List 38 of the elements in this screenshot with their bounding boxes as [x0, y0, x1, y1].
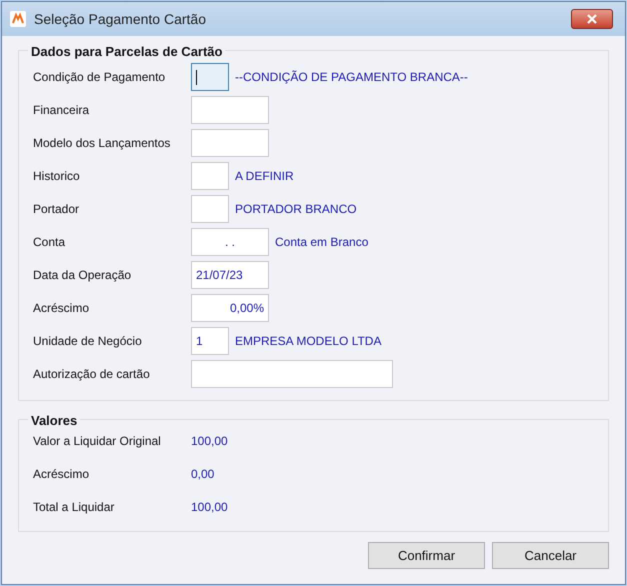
field-description: Conta em Branco: [275, 234, 368, 251]
input-field[interactable]: [191, 162, 229, 190]
value-label: Valor a Liquidar Original: [33, 432, 162, 450]
field-description: PORTADOR BRANCO: [235, 201, 357, 218]
input-field[interactable]: [191, 195, 229, 223]
input-field[interactable]: [191, 96, 269, 124]
field-description: EMPRESA MODELO LTDA: [235, 333, 382, 350]
input-field[interactable]: [191, 129, 269, 157]
close-button[interactable]: [571, 9, 613, 29]
field-label: Acréscimo: [33, 300, 90, 317]
field-label: Conta: [33, 234, 66, 251]
input-field[interactable]: [191, 360, 393, 388]
field-label: Unidade de Negócio: [33, 333, 143, 350]
window-title: Seleção Pagamento Cartão: [34, 10, 207, 29]
dialog-button[interactable]: Cancelar: [492, 542, 609, 569]
input-field[interactable]: 0,00%: [191, 294, 269, 322]
value-label: Total a Liquidar: [33, 498, 116, 516]
field-label: Condição de Pagamento: [33, 69, 166, 86]
app-icon: [10, 11, 26, 27]
input-field[interactable]: [191, 63, 229, 91]
close-icon: [587, 14, 597, 24]
text-caret: [196, 70, 197, 84]
dialog-button[interactable]: Confirmar: [368, 542, 485, 569]
input-field[interactable]: 21/07/23: [191, 261, 269, 289]
field-label: Historico: [33, 168, 81, 185]
value-text: 0,00: [191, 466, 214, 482]
field-description: --CONDIÇÃO DE PAGAMENTO BRANCA--: [235, 69, 468, 86]
field-label: Modelo dos Lançamentos: [33, 135, 172, 152]
value-label: Acréscimo: [33, 466, 90, 482]
input-field[interactable]: 1: [191, 327, 229, 355]
value-text: 100,00: [191, 432, 228, 450]
field-label: Financeira: [33, 102, 90, 119]
field-label: Autorização de cartão: [33, 366, 151, 383]
field-label: Data da Operação: [33, 267, 132, 284]
field-description: A DEFINIR: [235, 168, 294, 185]
value-text: 100,00: [191, 498, 228, 516]
field-label: Portador: [33, 201, 80, 218]
input-field[interactable]: . .: [191, 228, 269, 256]
